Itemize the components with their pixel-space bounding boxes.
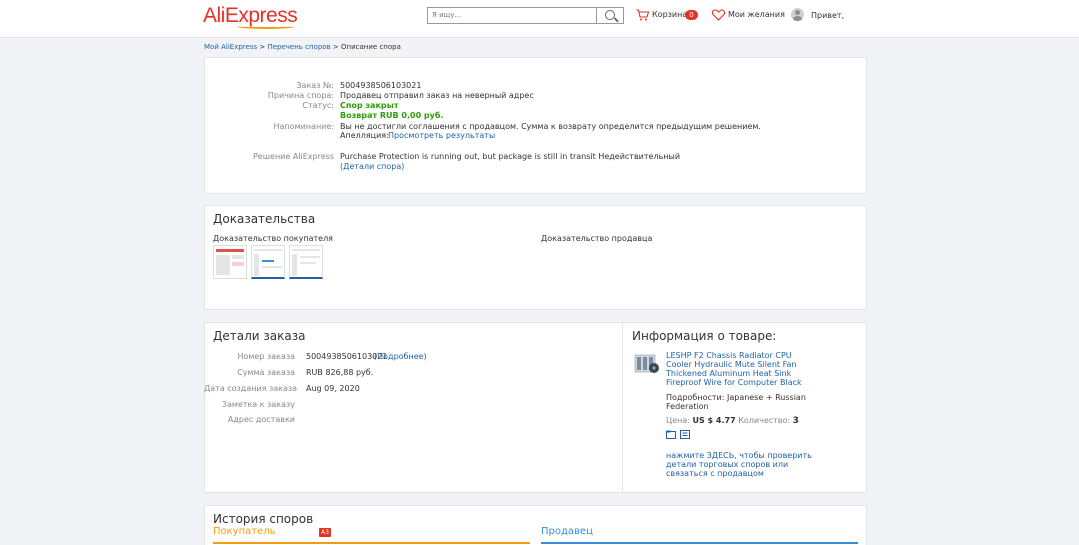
- order-note-icon[interactable]: [680, 430, 690, 439]
- thumbnail-content: [254, 249, 282, 251]
- seller-tab-underline: [541, 542, 858, 544]
- search-button[interactable]: [596, 7, 624, 24]
- heart-icon[interactable]: [712, 9, 725, 21]
- buyer-tab[interactable]: Покупатель: [213, 526, 276, 537]
- thumbnail-content: [262, 266, 282, 268]
- buyer-evidence-label: Доказательство покупателя: [213, 234, 333, 243]
- order-number-label: Заказ №:: [296, 81, 334, 90]
- dispute-reason-value: Продавец отправил заказ на неверный адре…: [340, 91, 534, 100]
- order-sum-label: Сумма заказа: [237, 368, 295, 377]
- thumbnail-content: [232, 255, 244, 259]
- thumbnail-content: [292, 249, 320, 251]
- quantity-label: Количество:: [738, 416, 791, 425]
- delivery-address-label: Адрес доставки: [227, 415, 295, 424]
- status-label: Статус:: [302, 101, 334, 110]
- search-input[interactable]: Я ищу...: [427, 7, 597, 24]
- contact-seller-link[interactable]: нажмите ЗДЕСЬ, чтобы проверить детали то…: [666, 451, 818, 478]
- buyer-evidence-thumbnail[interactable]: [289, 245, 323, 279]
- thumbnail-content: [254, 254, 259, 276]
- thumbnail-content: [300, 262, 316, 264]
- product-details: Подробности: Japanese + Russian Federati…: [666, 393, 806, 411]
- seller-evidence-label: Доказательство продавца: [541, 234, 653, 243]
- evidence-title: Доказательства: [213, 212, 316, 226]
- top-header: AliExpress Я ищу... Корзина 0 Мои желани…: [0, 0, 1079, 38]
- thumbnail-content: [216, 255, 230, 275]
- product-details-label: Подробности:: [666, 393, 725, 402]
- order-date-label: Дата создания заказа: [204, 384, 298, 393]
- breadcrumb-current: Описание спора: [341, 43, 401, 51]
- thumbnail-content: [232, 262, 244, 266]
- thumbnail-content: [300, 256, 320, 258]
- user-greeting[interactable]: Привет,: [811, 11, 844, 20]
- order-date-value: Aug 09, 2020: [306, 384, 360, 393]
- decision-label: Решение AliExpress: [252, 152, 334, 161]
- view-results-link[interactable]: Просмотреть результаты: [388, 131, 495, 140]
- product-info-title: Информация о товаре:: [632, 329, 777, 343]
- product-name-link[interactable]: LESHP F2 Chassis Radiator CPU Cooler Hyd…: [666, 351, 808, 387]
- seller-tab[interactable]: Продавец: [541, 526, 593, 537]
- dispute-reason-label: Причина спора:: [267, 91, 334, 100]
- order-number-value: 5004938506103021: [340, 81, 422, 90]
- product-price-row: Цена: US $ 4.77 Количество: 3: [666, 416, 799, 426]
- user-avatar-icon[interactable]: [791, 8, 804, 21]
- breadcrumb: Мой AliExpress > Перечень споров > Описа…: [204, 43, 401, 51]
- thumbnail-content: [216, 249, 244, 252]
- decision-value: Purchase Protection is running out, but …: [340, 152, 681, 161]
- buyer-evidence-thumbnail[interactable]: [213, 245, 247, 279]
- breadcrumb-dispute-list[interactable]: Перечень споров: [267, 43, 330, 51]
- thumbnail-content: [262, 260, 274, 262]
- reminder-label: Напоминание:: [273, 122, 334, 131]
- breadcrumb-separator: >: [257, 43, 268, 51]
- order-note-label: Заметка к заказу: [221, 400, 295, 409]
- dispute-history-title: История споров: [213, 512, 314, 526]
- price-value: US $ 4.77: [692, 416, 736, 425]
- breadcrumb-home[interactable]: Мой AliExpress: [204, 43, 257, 51]
- cart-count-badge: 0: [685, 10, 698, 20]
- search-icon-handle: [614, 17, 619, 23]
- aliexpress-logo[interactable]: AliExpress: [203, 4, 298, 29]
- dispute-details-link[interactable]: (Детали спора): [340, 162, 404, 171]
- cart-icon[interactable]: [636, 9, 649, 21]
- snapshot-icon[interactable]: [666, 430, 676, 439]
- buyer-evidence-thumbnail[interactable]: [251, 245, 285, 279]
- wishlist-link[interactable]: Мои желания: [728, 10, 785, 19]
- order-number-detail-label: Номер заказа: [237, 352, 295, 361]
- order-more-link[interactable]: (Подробнее): [374, 352, 427, 361]
- buyer-tab-badge: A3: [319, 528, 331, 537]
- reminder-value: Вы не достигли соглашения с продавцом. С…: [340, 122, 761, 131]
- order-details-title: Детали заказа: [213, 329, 306, 343]
- price-label: Цена:: [666, 416, 690, 425]
- cart-link[interactable]: Корзина: [652, 10, 687, 19]
- status-value: Спор закрыт: [340, 101, 399, 110]
- thumbnail-content: [292, 254, 297, 276]
- product-thumbnail[interactable]: [634, 352, 660, 376]
- appeal-label: Апелляция:: [340, 131, 389, 140]
- refund-value: Возврат RUB 0,00 руб.: [340, 111, 444, 120]
- buyer-tab-underline: [213, 542, 530, 544]
- order-sum-value: RUB 826,88 руб.: [306, 368, 374, 377]
- breadcrumb-separator: >: [330, 43, 342, 51]
- quantity-value: 3: [792, 416, 799, 426]
- panel-divider: [622, 323, 623, 492]
- logo-swoosh-icon: [237, 24, 295, 29]
